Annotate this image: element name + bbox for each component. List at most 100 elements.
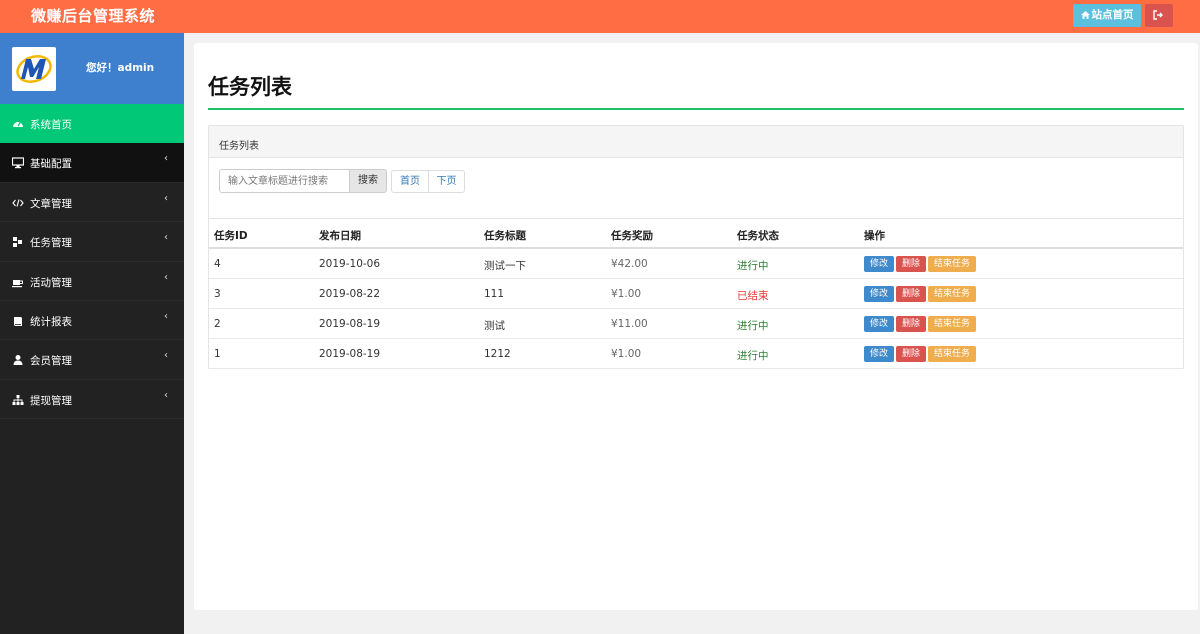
task-date: 2019-08-19: [319, 348, 381, 360]
sidebar-item-dashboard[interactable]: 系统首页: [0, 104, 184, 144]
task-status: 进行中: [737, 260, 769, 272]
task-reward: ¥42.00: [611, 258, 648, 270]
chevron-left-icon: ‹: [164, 153, 168, 165]
home-icon: [1080, 5, 1090, 19]
column-header: 任务奖励: [611, 230, 653, 242]
sidebar-item-label: 会员管理: [30, 355, 72, 368]
end-task-button[interactable]: 结束任务: [928, 316, 977, 332]
sidebar-item-basic-config[interactable]: 基础配置 ‹: [0, 143, 184, 183]
end-task-button[interactable]: 结束任务: [928, 286, 977, 302]
next-page-link[interactable]: 下页: [428, 170, 465, 193]
row-actions: 修改 删除 结束任务: [864, 316, 978, 332]
task-table: 任务ID 发布日期 任务标题 任务奖励 任务状态 操作 4 2019-10-06…: [209, 218, 1183, 369]
task-status: 已结束: [737, 290, 769, 302]
cubes-icon: [13, 237, 22, 248]
sidebar-item-label: 活动管理: [30, 276, 72, 289]
table-header-row: 任务ID 发布日期 任务标题 任务奖励 任务状态 操作: [209, 219, 1183, 249]
column-header: 操作: [864, 230, 885, 242]
sidebar-item-tasks[interactable]: 任务管理 ‹: [0, 222, 184, 262]
sidebar-item-articles[interactable]: 文章管理 ‹: [0, 183, 184, 223]
task-status: 进行中: [737, 350, 769, 362]
sidebar-item-label: 提现管理: [30, 394, 72, 407]
top-bar: 微赚后台管理系统 站点首页: [0, 0, 1200, 33]
task-date: 2019-08-22: [319, 288, 381, 300]
table-row: 4 2019-10-06 测试一下 ¥42.00 进行中 修改 删除 结束任务: [209, 249, 1183, 279]
row-actions: 修改 删除 结束任务: [864, 286, 978, 302]
chevron-left-icon: ‹: [164, 310, 168, 322]
site-home-label: 站点首页: [1091, 9, 1134, 21]
sidebar-item-label: 统计报表: [30, 315, 72, 328]
task-title: 111: [484, 288, 505, 300]
edit-button[interactable]: 修改: [864, 256, 895, 272]
chevron-left-icon: ‹: [164, 192, 168, 204]
task-reward: ¥1.00: [611, 288, 642, 300]
logo-avatar: [12, 47, 56, 91]
dashboard-icon: [13, 121, 23, 127]
main-content: 任务列表 任务列表 搜索 首页 下页 任务ID 发布日期 任务标题 任务奖励 任…: [194, 43, 1198, 610]
column-header: 任务标题: [484, 230, 526, 242]
row-actions: 修改 删除 结束任务: [864, 346, 978, 362]
column-header: 发布日期: [319, 230, 361, 242]
row-actions: 修改 删除 结束任务: [864, 256, 978, 272]
delete-button[interactable]: 删除: [896, 316, 927, 332]
code-icon: [12, 199, 24, 207]
book-icon: [14, 316, 22, 326]
column-header: 任务状态: [737, 230, 779, 242]
search-input[interactable]: [219, 169, 350, 193]
chevron-left-icon: ‹: [164, 350, 168, 362]
edit-button[interactable]: 修改: [864, 346, 895, 362]
chevron-left-icon: ‹: [164, 271, 168, 283]
column-header: 任务ID: [214, 230, 248, 242]
delete-button[interactable]: 删除: [896, 346, 927, 362]
coffee-icon: [12, 279, 23, 287]
end-task-button[interactable]: 结束任务: [928, 346, 977, 362]
first-page-link[interactable]: 首页: [391, 170, 429, 193]
task-title: 1212: [484, 348, 511, 360]
task-title: 测试: [484, 320, 505, 332]
logout-button[interactable]: [1145, 4, 1173, 27]
task-id: 4: [214, 258, 221, 270]
sidebar-item-label: 文章管理: [30, 197, 72, 210]
task-date: 2019-08-19: [319, 318, 381, 330]
sidebar-item-members[interactable]: 会员管理 ‹: [0, 340, 184, 380]
task-id: 1: [214, 348, 221, 360]
site-home-button[interactable]: 站点首页: [1073, 4, 1141, 27]
sign-out-icon: [1153, 10, 1163, 20]
task-date: 2019-10-06: [319, 258, 381, 270]
task-status: 进行中: [737, 320, 769, 332]
task-title: 测试一下: [484, 260, 526, 272]
table-row: 3 2019-08-22 111 ¥1.00 已结束 修改 删除 结束任务: [209, 279, 1183, 309]
edit-button[interactable]: 修改: [864, 316, 895, 332]
panel-title: 任务列表: [219, 141, 259, 152]
delete-button[interactable]: 删除: [896, 286, 927, 302]
panel-header: 任务列表: [209, 126, 1183, 158]
task-list-panel: 任务列表 搜索 首页 下页 任务ID 发布日期 任务标题 任务奖励 任务状态 操…: [208, 125, 1184, 369]
sidebar-menu: 系统首页 基础配置 ‹ 文章管理 ‹ 任务管理 ‹ 活动管理 ‹ 统计报表 ‹: [0, 104, 184, 420]
end-task-button[interactable]: 结束任务: [928, 256, 977, 272]
sidebar-item-label: 任务管理: [30, 237, 72, 250]
task-reward: ¥1.00: [611, 348, 642, 360]
desktop-icon: [12, 157, 24, 169]
app-title: 微赚后台管理系统: [31, 7, 156, 25]
greeting-text: 您好！admin: [86, 62, 155, 74]
table-row: 2 2019-08-19 测试 ¥11.00 进行中 修改 删除 结束任务: [209, 309, 1183, 339]
sidebar-item-label: 基础配置: [30, 158, 72, 171]
sidebar-item-reports[interactable]: 统计报表 ‹: [0, 301, 184, 341]
sidebar-item-label: 系统首页: [30, 119, 72, 131]
task-reward: ¥11.00: [611, 318, 648, 330]
user-icon: [13, 355, 23, 366]
edit-button[interactable]: 修改: [864, 286, 895, 302]
table-row: 1 2019-08-19 1212 ¥1.00 进行中 修改 删除 结束任务: [209, 339, 1183, 369]
task-id: 3: [214, 288, 221, 300]
chevron-left-icon: ‹: [164, 389, 168, 401]
sidebar: 您好！admin 系统首页 基础配置 ‹ 文章管理 ‹ 任务管理 ‹ 活动管理 …: [0, 33, 184, 634]
search-button[interactable]: 搜索: [349, 169, 387, 193]
sidebar-item-activities[interactable]: 活动管理 ‹: [0, 262, 184, 301]
page-title: 任务列表: [208, 75, 292, 99]
sidebar-item-withdrawals[interactable]: 提现管理 ‹: [0, 380, 184, 420]
user-box: 您好！admin: [0, 33, 184, 104]
sitemap-icon: [12, 394, 24, 405]
chevron-left-icon: ‹: [164, 232, 168, 244]
delete-button[interactable]: 删除: [896, 256, 927, 272]
task-id: 2: [214, 318, 221, 330]
